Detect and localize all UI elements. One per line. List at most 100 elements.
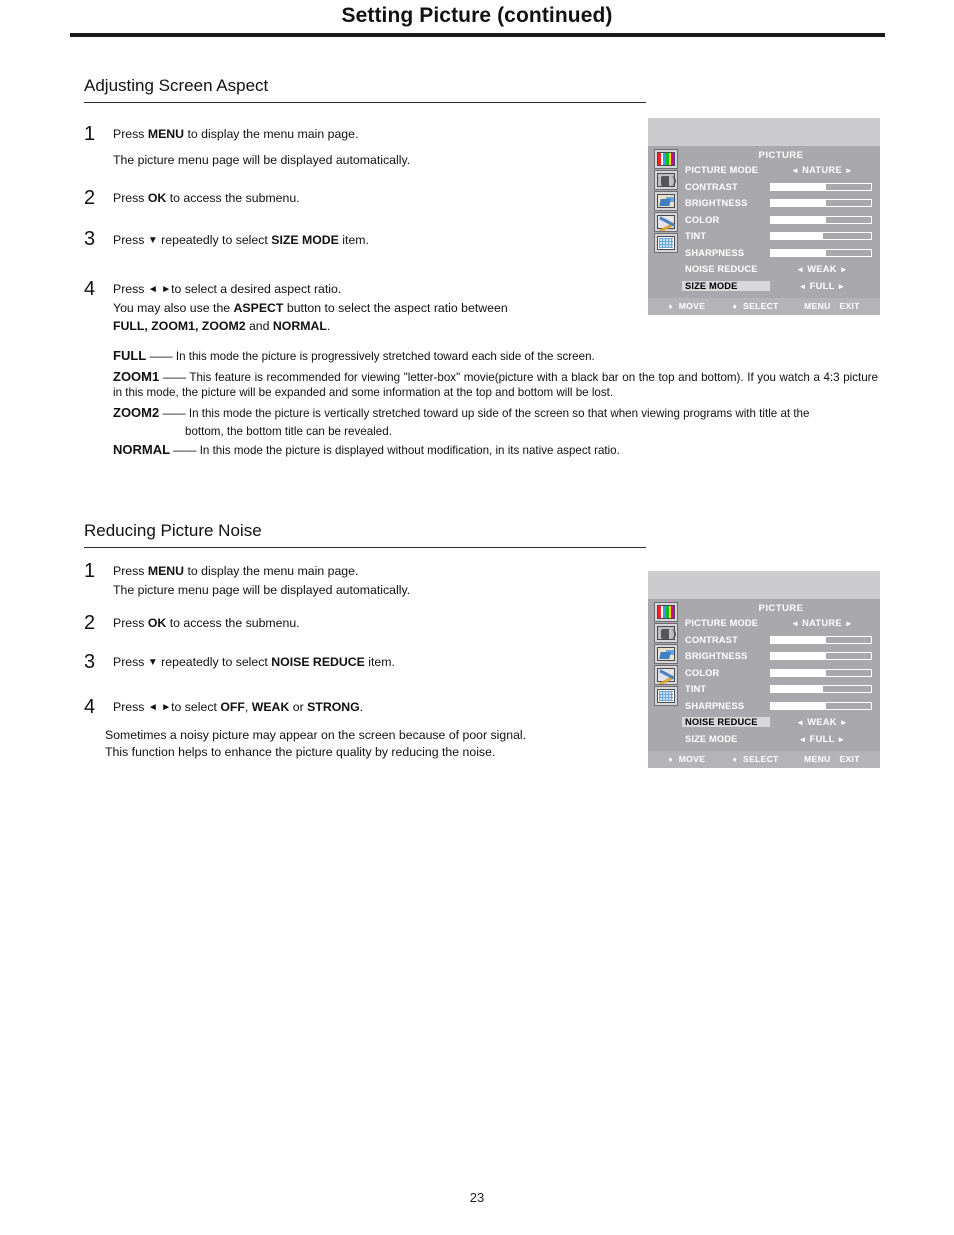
step-key-ok: OK (147, 191, 167, 205)
osd-row-value[interactable]: ◄ FULL ► (770, 734, 874, 744)
step-text-part: Press (113, 655, 148, 669)
osd-slider[interactable] (770, 685, 872, 694)
arrow-left-icon[interactable]: ◄ (791, 619, 799, 628)
step-number: 3 (84, 651, 96, 673)
osd-footer-exit: EXIT (839, 754, 860, 764)
osd-row[interactable]: TINT (682, 681, 874, 698)
osd-row[interactable]: BRIGHTNESS (682, 195, 874, 212)
osd-slider[interactable] (770, 232, 872, 241)
osd-slider-fill (771, 249, 826, 256)
setup-hand-icon[interactable] (654, 191, 678, 211)
osd-row-label: PICTURE MODE (685, 165, 759, 176)
osd-row-value[interactable]: ◄ FULL ► (770, 281, 874, 291)
osd-slider-fill (771, 669, 826, 676)
arrow-left-icon[interactable]: ◄ (791, 166, 799, 175)
osd-row[interactable]: SIZE MODE ◄ FULL ► (682, 278, 874, 295)
osd-slider-fill (771, 702, 826, 709)
osd-footer-menu: MENU (804, 754, 831, 764)
step-1-subtext: The picture menu page will be displayed … (113, 153, 411, 167)
step-text-part: to access the submenu. (166, 191, 300, 205)
screen-grid-icon[interactable] (654, 686, 678, 706)
arrow-left-icon[interactable]: ◄ (798, 735, 806, 744)
noise-option-strong: STRONG (307, 700, 360, 714)
osd-slider[interactable] (770, 182, 872, 191)
arrow-left-icon[interactable]: ◄ (796, 718, 804, 727)
arrow-right-icon[interactable]: ► (845, 619, 853, 628)
osd-slider[interactable] (770, 668, 872, 677)
step-4-text-2: Press ◄ ►to select OFF, WEAK or STRONG. (113, 699, 363, 716)
osd-row[interactable]: TINT (682, 228, 874, 245)
osd-slider-fill (771, 686, 823, 693)
page-number: 23 (469, 1190, 485, 1205)
osd-footer-menu: MENU (804, 301, 831, 311)
osd-slider[interactable] (770, 248, 872, 257)
arrow-left-icon[interactable]: ◄ (798, 282, 806, 291)
osd-row-value[interactable]: ◄ WEAK ► (770, 264, 874, 274)
osd-row-value[interactable]: ◄ NATURE ► (770, 618, 874, 628)
osd-row[interactable]: NOISE REDUCE ◄ WEAK ► (682, 261, 874, 278)
osd-footer: ♦ MOVE ♦ SELECT MENU EXIT (648, 751, 880, 768)
osd-row-label: BRIGHTNESS (685, 198, 748, 209)
step-text-part: Press (113, 564, 148, 578)
step-1-text: Press MENU to display the menu main page… (113, 126, 358, 143)
osd-row-value[interactable]: ◄ NATURE ► (770, 165, 874, 175)
osd-body: PICTURE PICTURE MODE ◄ NATURE ► CONTRAST BR… (648, 146, 880, 315)
osd-row[interactable]: CONTRAST (682, 632, 874, 649)
osd-row[interactable]: COLOR (682, 665, 874, 682)
osd-row[interactable]: CONTRAST (682, 179, 874, 196)
osd-row-label: NOISE REDUCE (682, 717, 770, 728)
function-tools-icon[interactable] (654, 212, 678, 232)
osd-slider-fill (771, 636, 826, 643)
picture-bars-icon[interactable] (654, 149, 678, 169)
osd-row[interactable]: PICTURE MODE ◄ NATURE ► (682, 162, 874, 179)
move-diamond-icon: ♦ (668, 755, 673, 764)
osd-slider[interactable] (770, 635, 872, 644)
osd-slider[interactable] (770, 215, 872, 224)
osd-row-label: CONTRAST (685, 181, 738, 192)
arrow-right-icon[interactable]: ► (840, 718, 848, 727)
osd-footer-move: MOVE (678, 301, 706, 311)
step-text-part: repeatedly to select (157, 233, 272, 247)
page-title: Setting Picture (continued) (341, 4, 613, 27)
step-key-menu: MENU (147, 564, 185, 578)
step-3-text-2: Press ▼ repeatedly to select NOISE REDUC… (113, 654, 395, 671)
arrow-left-icon[interactable]: ◄ (796, 265, 804, 274)
setup-hand-icon[interactable] (654, 644, 678, 664)
osd-slider[interactable] (770, 199, 872, 208)
osd-row-label: SIZE MODE (682, 280, 770, 291)
sound-speaker-icon[interactable] (654, 170, 678, 190)
osd-row-label: SHARPNESS (685, 247, 745, 258)
osd-body: PICTURE PICTURE MODE ◄ NATURE ► CONTRAST BR… (648, 599, 880, 768)
section-heading-reducing-picture-noise: Reducing Picture Noise (84, 521, 262, 540)
osd-row[interactable]: PICTURE MODE ◄ NATURE ► (682, 615, 874, 632)
osd-row[interactable]: SHARPNESS (682, 245, 874, 262)
osd-row-label: COLOR (685, 214, 720, 225)
step-text-part: Press (113, 127, 148, 141)
osd-slider[interactable] (770, 652, 872, 661)
picture-bars-icon[interactable] (654, 602, 678, 622)
arrow-right-icon: ► (161, 702, 172, 713)
osd-row[interactable]: SHARPNESS (682, 698, 874, 715)
osd-slider-fill (771, 200, 826, 207)
osd-row[interactable]: SIZE MODE ◄ FULL ► (682, 731, 874, 748)
arrow-left-icon: ◄ (147, 284, 158, 295)
step-4-line3: FULL, ZOOM1, ZOOM2 and NORMAL. (113, 318, 330, 335)
osd-row[interactable]: NOISE REDUCE ◄ WEAK ► (682, 714, 874, 731)
arrow-right-icon[interactable]: ► (845, 166, 853, 175)
arrow-down-icon: ▼ (147, 235, 158, 246)
definition-dash: —— (159, 371, 190, 384)
osd-row-value[interactable]: ◄ WEAK ► (770, 717, 874, 727)
osd-row[interactable]: BRIGHTNESS (682, 648, 874, 665)
sound-speaker-icon[interactable] (654, 623, 678, 643)
arrow-right-icon[interactable]: ► (837, 735, 845, 744)
step-text-part: item. (338, 233, 369, 247)
step-3-text: Press ▼ repeatedly to select SIZE MODE i… (113, 232, 369, 249)
osd-slider[interactable] (770, 701, 872, 710)
osd-value-text: FULL (809, 733, 835, 744)
arrow-right-icon[interactable]: ► (837, 282, 845, 291)
function-tools-icon[interactable] (654, 665, 678, 685)
arrow-right-icon[interactable]: ► (840, 265, 848, 274)
step-text-part: . (359, 700, 364, 714)
osd-row[interactable]: COLOR (682, 212, 874, 229)
screen-grid-icon[interactable] (654, 233, 678, 253)
